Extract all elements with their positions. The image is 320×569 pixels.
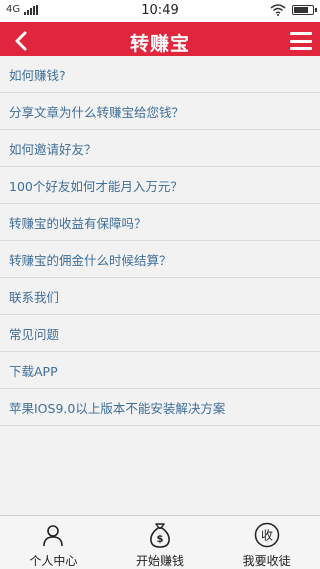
app-header: 转赚宝 <box>0 22 320 60</box>
shou-glyph: 收 <box>261 529 273 543</box>
svg-text:$: $ <box>157 534 164 545</box>
shou-circle-icon: 收 <box>254 522 280 548</box>
money-bag-icon: $ <box>147 522 173 548</box>
faq-item-invite-friends[interactable]: 如何邀请好友？ <box>0 130 320 167</box>
page-title: 转赚宝 <box>129 33 190 55</box>
tab-personal-center[interactable]: 个人中心 <box>0 516 107 569</box>
wifi-icon <box>270 4 286 16</box>
faq-item-income-guarantee[interactable]: 转赚宝的收益有保障吗？ <box>0 204 320 241</box>
faq-item-contact-us[interactable]: 联系我们 <box>0 278 320 315</box>
status-right <box>270 4 317 16</box>
faq-item-100-friends[interactable]: 100个好友如何才能月入万元？ <box>0 167 320 204</box>
status-bar: 4G 10:49 <box>0 0 320 22</box>
tab-label: 我要收徒 <box>242 554 291 568</box>
tab-recruit-apprentice[interactable]: 收 我要收徒 <box>213 516 320 569</box>
faq-item-download-app[interactable]: 下载APP <box>0 352 320 389</box>
faq-list: 如何赚钱? 分享文章为什么转赚宝给您钱？ 如何邀请好友？ 100个好友如何才能月… <box>0 56 320 426</box>
tab-label: 个人中心 <box>29 554 78 568</box>
faq-item-why-pay[interactable]: 分享文章为什么转赚宝给您钱？ <box>0 93 320 130</box>
battery-icon <box>292 5 317 15</box>
person-icon <box>40 522 66 548</box>
menu-button[interactable] <box>290 30 312 52</box>
bottom-tab-bar: 个人中心 $ 开始赚钱 收 我要收徒 <box>0 515 320 569</box>
faq-item-common-questions[interactable]: 常见问题 <box>0 315 320 352</box>
faq-item-ios-install-fix[interactable]: 苹果IOS9.0以上版本不能安装解决方案 <box>0 389 320 426</box>
tab-label: 开始赚钱 <box>136 554 185 568</box>
faq-item-commission-settlement[interactable]: 转赚宝的佣金什么时候结算？ <box>0 241 320 278</box>
faq-item-how-to-earn[interactable]: 如何赚钱? <box>0 56 320 93</box>
tab-start-earning[interactable]: $ 开始赚钱 <box>107 516 214 569</box>
hamburger-menu-icon <box>290 32 312 35</box>
